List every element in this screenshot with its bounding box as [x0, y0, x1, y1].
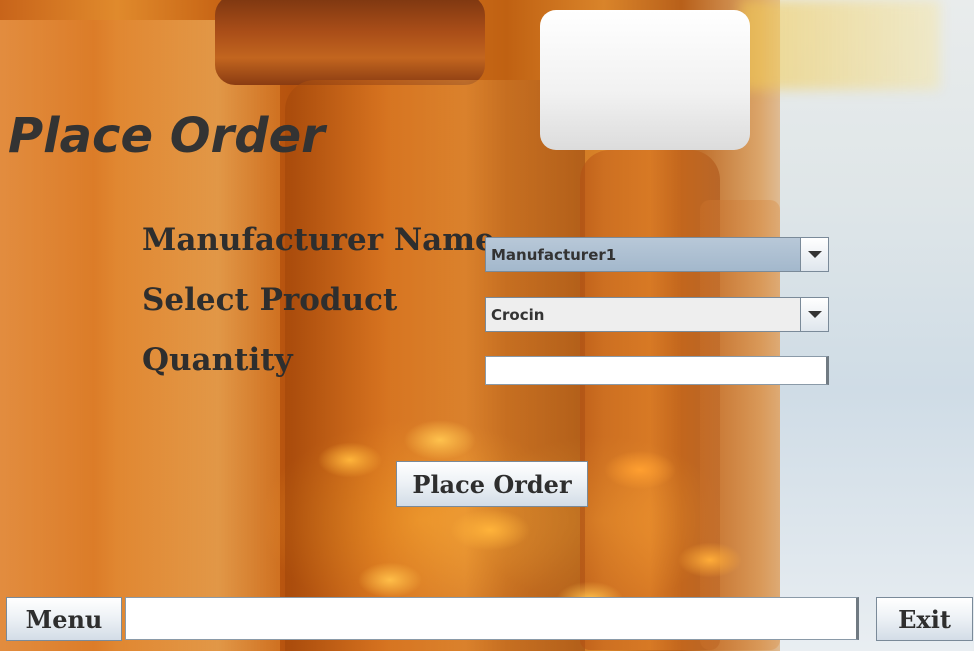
- quantity-label: Quantity: [142, 342, 293, 378]
- background-bottle-cap-white: [540, 10, 750, 150]
- background-bottle-cap: [215, 0, 485, 85]
- product-dropdown[interactable]: Crocin: [485, 297, 829, 332]
- page-title: Place Order: [8, 108, 325, 164]
- manufacturer-name-label: Manufacturer Name: [142, 222, 495, 258]
- product-dropdown-value: Crocin: [491, 305, 545, 324]
- select-product-label: Select Product: [142, 282, 398, 318]
- place-order-button[interactable]: Place Order: [396, 461, 588, 507]
- manufacturer-dropdown-value: Manufacturer1: [491, 245, 617, 264]
- chevron-down-icon: [807, 251, 822, 258]
- manufacturer-dropdown-button[interactable]: [800, 238, 828, 271]
- quantity-input[interactable]: [485, 356, 829, 385]
- menu-button[interactable]: Menu: [6, 597, 122, 641]
- product-dropdown-button[interactable]: [800, 298, 828, 331]
- background-shelf-top: [740, 0, 940, 90]
- status-field[interactable]: [125, 597, 859, 640]
- chevron-down-icon: [807, 311, 822, 318]
- exit-button[interactable]: Exit: [876, 597, 973, 641]
- app-window: Place Order Manufacturer Name Select Pro…: [0, 0, 974, 651]
- manufacturer-dropdown[interactable]: Manufacturer1: [485, 237, 829, 272]
